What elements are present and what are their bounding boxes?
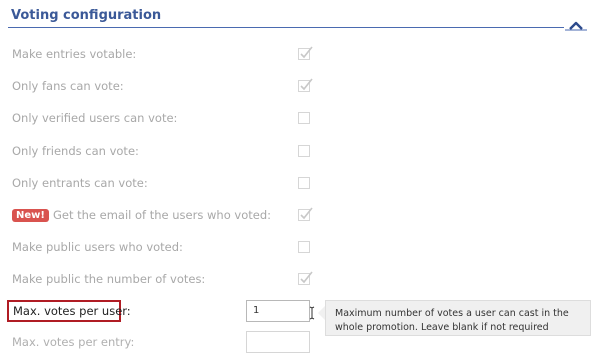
checkmark-icon: [300, 207, 313, 220]
max-votes-per-user-label: Max. votes per user:: [13, 304, 131, 318]
tooltip-text: Maximum number of votes a user can cast …: [335, 308, 569, 333]
section-title: Voting configuration: [11, 8, 162, 23]
checkmark-icon: [300, 46, 313, 59]
option-checkbox[interactable]: [298, 271, 313, 285]
text-cursor-icon: [309, 306, 315, 320]
section-header: Voting configuration: [0, 0, 610, 34]
option-row-entries-votable: Make entries votable:: [0, 44, 610, 66]
option-row-only-entrants: Only entrants can vote:: [0, 173, 610, 195]
option-label: Only verified users can vote:: [12, 111, 178, 125]
option-row-public-votes: Make public the number of votes:: [0, 269, 610, 291]
option-row-only-friends: Only friends can vote:: [0, 141, 610, 163]
max-votes-per-entry-input[interactable]: [246, 331, 310, 353]
option-label: Make public users who voted:: [12, 240, 183, 254]
option-row-get-email: New! Get the email of the users who voted…: [0, 205, 610, 227]
option-row-public-users: Make public users who voted:: [0, 237, 610, 259]
checkmark-icon: [300, 271, 313, 284]
option-label: Only entrants can vote:: [12, 176, 148, 190]
option-checkbox[interactable]: [298, 112, 310, 124]
option-row-verified-users: Only verified users can vote:: [0, 108, 610, 130]
checkmark-icon: [300, 78, 313, 91]
option-checkbox[interactable]: [298, 241, 310, 253]
option-label: Make entries votable:: [12, 47, 137, 61]
new-badge: New!: [12, 209, 49, 222]
section-divider: [8, 27, 564, 28]
help-tooltip: Maximum number of votes a user can cast …: [325, 300, 591, 336]
chevron-up-icon[interactable]: [565, 19, 587, 31]
option-label-text: Get the email of the users who voted:: [52, 208, 271, 222]
option-label: Only fans can vote:: [12, 79, 124, 93]
option-label: Only friends can vote:: [12, 144, 139, 158]
option-label: New! Get the email of the users who voted…: [12, 208, 271, 222]
tooltip-arrow: [318, 306, 325, 320]
option-row-only-fans: Only fans can vote:: [0, 76, 610, 98]
max-votes-per-user-input[interactable]: 1: [246, 300, 310, 322]
option-checkbox[interactable]: [298, 145, 310, 157]
option-checkbox[interactable]: [298, 177, 310, 189]
option-label: Make public the number of votes:: [12, 272, 206, 286]
max-votes-per-user-label-box: Max. votes per user:: [7, 300, 131, 322]
option-checkbox[interactable]: [298, 207, 313, 221]
option-checkbox[interactable]: [298, 78, 313, 92]
option-checkbox[interactable]: [298, 46, 313, 60]
max-votes-per-entry-label: Max. votes per entry:: [12, 335, 135, 349]
